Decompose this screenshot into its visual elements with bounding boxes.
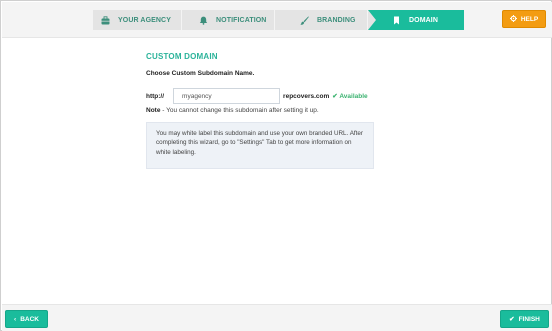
check-icon: ✔ [509,316,515,323]
note-text: - You cannot change this subdomain after… [160,107,319,114]
step-notification[interactable]: NOTIFICATION [182,10,274,30]
step-branding[interactable]: BRANDING [275,10,367,30]
subdomain-instruction: Choose Custom Subdomain Name. [146,70,255,77]
step-your-agency[interactable]: YOUR AGENCY [93,10,181,30]
url-prefix: http:// [146,92,165,100]
gear-icon [509,14,517,24]
back-label: BACK [20,315,39,323]
availability-status: ✔ Available [332,92,367,100]
back-button[interactable]: ‹ BACK [5,310,48,328]
help-button[interactable]: HELP [502,10,546,28]
brush-icon [300,15,309,25]
bell-icon [199,16,208,25]
subdomain-row: http:// repcovers.com ✔ Available [146,88,368,104]
availability-label: Available [339,93,368,100]
subdomain-note: Note - You cannot change this subdomain … [146,107,319,114]
wizard-window: YOUR AGENCY NOTIFICATION BRANDING DOMAIN… [0,0,552,331]
note-label: Note [146,107,161,114]
chevron-left-icon: ‹ [14,315,17,323]
step-domain[interactable]: DOMAIN [368,10,464,30]
step-label: BRANDING [317,16,356,24]
wizard-header: YOUR AGENCY NOTIFICATION BRANDING DOMAIN… [2,2,552,38]
briefcase-icon [101,15,110,25]
domain-suffix: repcovers.com [283,92,330,100]
step-label: DOMAIN [409,16,438,24]
help-label: HELP [520,15,539,23]
bookmark-icon [392,16,401,25]
wizard-steps: YOUR AGENCY NOTIFICATION BRANDING DOMAIN [93,10,464,30]
finish-label: FINISH [518,315,540,323]
white-label-info-box: You may white label this subdomain and u… [146,122,374,169]
wizard-footer: ‹ BACK ✔ FINISH [2,304,552,331]
step-label: YOUR AGENCY [118,16,171,24]
finish-button[interactable]: ✔ FINISH [500,310,549,328]
info-text: You may white label this subdomain and u… [156,130,363,156]
subdomain-input[interactable] [173,88,281,104]
checkmark-icon: ✔ [332,93,338,100]
section-title: CUSTOM DOMAIN [146,52,218,61]
step-label: NOTIFICATION [216,16,267,24]
